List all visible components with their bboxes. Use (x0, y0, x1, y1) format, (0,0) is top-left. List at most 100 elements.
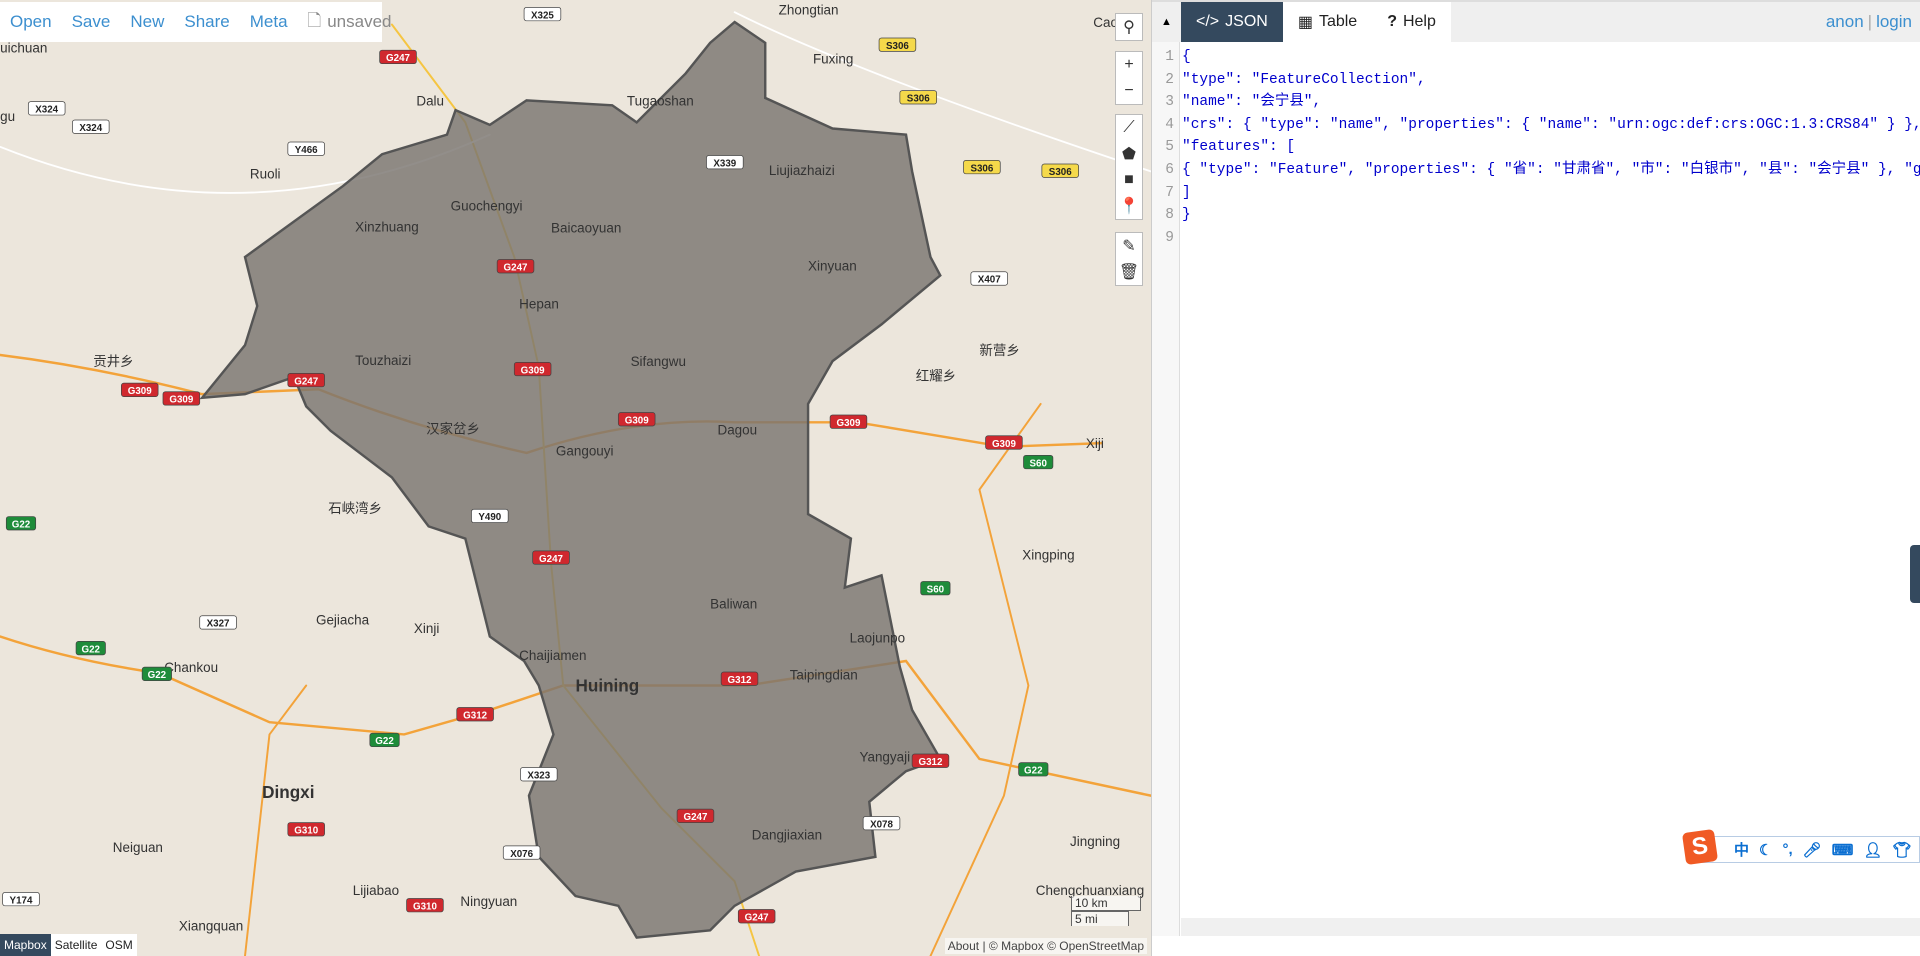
draw-toolbar: ⟋ ⬟ ■ 📍 (1115, 114, 1143, 220)
road-shield-label: G22 (82, 644, 101, 655)
road-shield: G309 (617, 412, 656, 427)
road-shield: S306 (963, 159, 1001, 174)
code-line[interactable]: 1{ (1152, 46, 1920, 68)
place-label: Xinzhuang (355, 219, 419, 234)
road-shield: G22 (1018, 762, 1049, 777)
layer-osm[interactable]: OSM (101, 934, 137, 956)
place-label: Huining (576, 676, 640, 696)
road-shield-label: X407 (978, 275, 1001, 286)
attribution[interactable]: About | © Mapbox © OpenStreetMap (944, 938, 1147, 954)
code-text: "crs": { "type": "name", "properties": {… (1182, 116, 1920, 133)
road-shield-label: X078 (870, 819, 893, 830)
zoom-out-button[interactable]: − (1116, 78, 1142, 104)
road-shield: S306 (1041, 163, 1079, 178)
road-shield: G247 (737, 909, 776, 924)
road-shield-label: G22 (148, 670, 167, 681)
road-shield-label: G310 (294, 826, 318, 837)
draw-line-icon[interactable]: ⟋ (1116, 115, 1142, 141)
road-shield: X324 (72, 119, 110, 134)
punctuation-icon[interactable]: °, (1782, 841, 1792, 858)
place-label: Dangjiaxian (752, 828, 822, 843)
road-shield: G22 (5, 516, 37, 531)
keyboard-icon[interactable]: ⌨ (1832, 841, 1854, 859)
file-status-text: unsaved (327, 12, 392, 31)
json-editor[interactable]: 1{2 "type": "FeatureCollection", 3 "name": … (1152, 42, 1920, 936)
collapse-toggle-icon[interactable]: ▲ (1152, 2, 1181, 42)
tab-help[interactable]: ? Help (1372, 2, 1451, 42)
save-button[interactable]: Save (72, 12, 111, 32)
code-line[interactable]: 3 "name": "会宁县", (1152, 91, 1920, 113)
place-label: Yangyaji (859, 749, 910, 764)
place-label: Dalu (416, 93, 444, 108)
edit-icon[interactable]: ✎ (1116, 233, 1142, 259)
open-button[interactable]: Open (10, 12, 52, 32)
delete-icon[interactable]: 🗑 (1116, 259, 1142, 285)
place-label: 汉家岔乡 (426, 420, 480, 436)
zoom-in-button[interactable]: + (1116, 52, 1142, 78)
tab-json[interactable]: </> JSON (1181, 2, 1283, 42)
road-shield-label: G310 (413, 901, 437, 912)
code-text: "type": "FeatureCollection", (1182, 71, 1426, 88)
road-shield: G22 (141, 666, 172, 681)
new-button[interactable]: New (130, 12, 164, 32)
road-shield-label: G247 (294, 376, 318, 387)
place-label: Gangouyi (556, 443, 614, 458)
moon-icon[interactable]: ☾ (1759, 841, 1772, 859)
code-line[interactable]: 4 "crs": { "type": "name", "properties": … (1152, 114, 1920, 136)
road-shield: G310 (287, 822, 325, 837)
map[interactable]: Zhongtian Fuxing Caoj Tugaoshan Dalu Liujiazh… (0, 0, 1151, 956)
meta-button[interactable]: Meta (250, 12, 288, 32)
place-label: uichuan (0, 41, 47, 56)
code-line[interactable]: 2 "type": "FeatureCollection", (1152, 69, 1920, 91)
road-shield: S60 (1023, 454, 1054, 469)
place-label: 红耀乡 (916, 369, 956, 384)
sogou-logo-icon: S (1681, 828, 1719, 866)
road-shield-label: G312 (728, 675, 752, 686)
code-line[interactable]: 8} (1152, 204, 1920, 226)
code-line[interactable]: 6 { "type": "Feature", "properties": { "省… (1152, 159, 1920, 181)
place-label: Dingxi (262, 782, 314, 802)
code-line[interactable]: 9 (1152, 227, 1920, 249)
share-button[interactable]: Share (184, 12, 229, 32)
place-label: Chankou (164, 660, 218, 675)
side-handle[interactable] (1910, 545, 1920, 603)
road-shield: G310 (406, 898, 444, 912)
code-line[interactable]: 5 "features": [ (1152, 136, 1920, 158)
road-shield: G312 (720, 671, 759, 686)
shirt-icon[interactable]: 👕︎ (1892, 841, 1911, 859)
road-shield: G22 (369, 732, 400, 747)
road-shield: G247 (379, 49, 417, 64)
road-shield-label: X324 (35, 105, 58, 116)
road-shield: G247 (676, 808, 715, 823)
place-label: Liujiazhaizi (769, 163, 835, 178)
place-label: Ruoli (250, 167, 281, 182)
search-control[interactable]: ⚲ (1115, 13, 1143, 41)
road-shield: X076 (502, 845, 541, 860)
road-shield: G309 (985, 435, 1023, 450)
road-shield: Y490 (471, 508, 509, 523)
microphone-icon[interactable]: 🎤︎ (1803, 841, 1822, 859)
road-shield-label: G22 (375, 736, 394, 747)
draw-rectangle-icon[interactable]: ■ (1116, 167, 1142, 193)
road-shield-label: G309 (836, 418, 860, 429)
road-shield-label: Y490 (478, 512, 501, 523)
user-icon[interactable]: 👤︎ (1863, 841, 1882, 859)
place-label: Dagou (717, 423, 757, 438)
user-link[interactable]: anon (1826, 12, 1864, 32)
road-shield: S306 (878, 37, 917, 52)
road-shield: S60 (920, 581, 951, 595)
horizontal-scrollbar[interactable] (1181, 918, 1920, 936)
layer-mapbox[interactable]: Mapbox (0, 934, 51, 956)
ime-lang[interactable]: 中 (1734, 839, 1749, 860)
tab-table[interactable]: ▦ Table (1282, 2, 1373, 42)
code-line[interactable]: 7] (1152, 182, 1920, 204)
layer-satellite[interactable]: Satellite (50, 934, 102, 956)
map-canvas[interactable]: ZhongtianFuxingCaojTugaoshanDaluLiujiazh… (0, 0, 1151, 956)
login-link[interactable]: login (1876, 12, 1912, 32)
place-label: 石峡湾乡 (328, 500, 382, 516)
draw-polygon-icon[interactable]: ⬟ (1116, 141, 1142, 167)
line-number: 7 (1165, 184, 1174, 201)
layer-switcher: Mapbox Satellite OSM (0, 934, 137, 956)
draw-marker-icon[interactable]: 📍 (1116, 193, 1142, 219)
search-icon[interactable]: ⚲ (1116, 14, 1142, 40)
